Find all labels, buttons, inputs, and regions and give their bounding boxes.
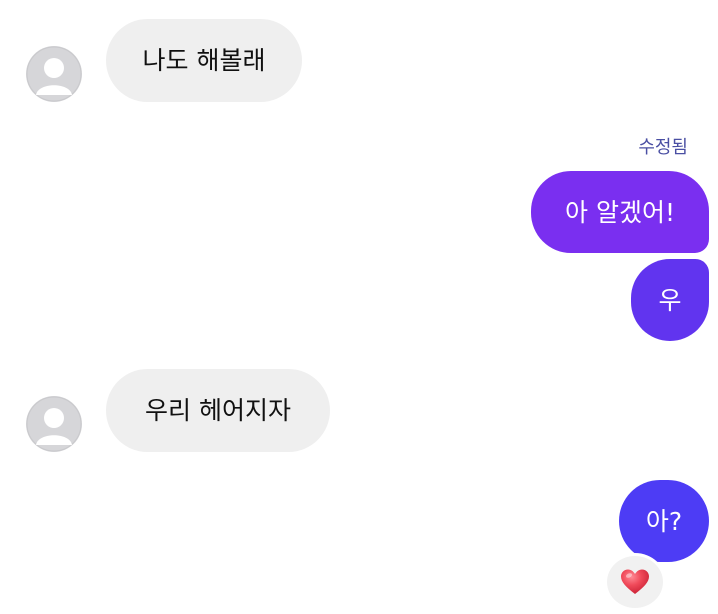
message-text: 나도 해볼래 <box>142 46 266 75</box>
default-user-silhouette-icon <box>26 46 82 102</box>
reaction-badge[interactable] <box>607 556 663 608</box>
message-bubble-outgoing[interactable]: 아 알겠어! <box>531 171 709 253</box>
message-text: 우 <box>658 285 682 315</box>
default-user-silhouette-icon <box>26 396 82 452</box>
edited-label: 수정됨 <box>638 137 688 158</box>
message-bubble-outgoing[interactable]: 우 <box>631 259 709 341</box>
message-text: 아? <box>645 506 683 536</box>
avatar[interactable] <box>26 46 82 102</box>
message-text: 우리 헤어지자 <box>145 396 291 425</box>
message-bubble-incoming[interactable]: 우리 헤어지자 <box>106 369 330 452</box>
heart-icon <box>621 569 649 594</box>
message-text: 아 알겠어! <box>565 197 675 227</box>
message-bubble-outgoing[interactable]: 아? <box>619 480 709 562</box>
chat-thread: 나도 해볼래 수정됨 아 알겠어! 우 우리 헤어지자 아? <box>0 0 718 614</box>
message-bubble-incoming[interactable]: 나도 해볼래 <box>106 19 302 102</box>
avatar[interactable] <box>26 396 82 452</box>
